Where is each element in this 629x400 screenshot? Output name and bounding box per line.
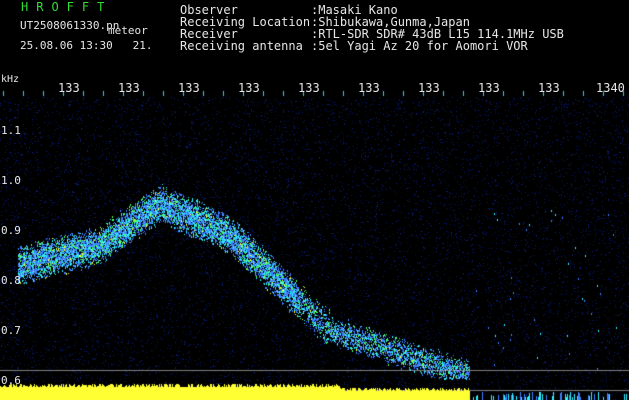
x-tick-label: 133 [538,81,560,95]
date-time: 25.08.06 13:30 [20,39,113,52]
x-tick-label: 133 [358,81,380,95]
x-tick-label: 133 [418,81,440,95]
hrofft-logo: HROFFT [21,0,113,14]
x-tick-label: 133 [58,81,80,95]
stamp-value: 21. [132,39,153,52]
file-kind-label: meteor [108,24,148,37]
antenna-label: Receiving antenna [180,39,303,53]
spectrogram-canvas [0,0,629,400]
y-tick-label: 1.1 [1,124,21,137]
y-tick-label: 0.9 [1,224,21,237]
x-tick-label: 133 [118,81,140,95]
file-name: UT2508061330.pn [20,19,120,32]
x-tick-label: 133 [298,81,320,95]
date-time-stamp: 25.08.06 13:30 21. [20,40,152,51]
antenna-value: :5el Yagi Az 20 for Aomori VOR [311,39,528,53]
x-tick-label: 1340 [596,81,625,95]
y-tick-label: 0.8 [1,274,21,287]
x-tick-label: 133 [478,81,500,95]
x-tick-label: 133 [178,81,200,95]
y-tick-label: 1.0 [1,174,21,187]
hrofft-screen: HROFFT UT2508061330.pn meteor 25.08.06 1… [0,0,629,400]
frequency-unit-label: kHz [1,74,20,85]
x-tick-label: 133 [238,81,260,95]
y-tick-label: 0.7 [1,324,21,337]
y-tick-label: 0.6 [1,374,21,387]
